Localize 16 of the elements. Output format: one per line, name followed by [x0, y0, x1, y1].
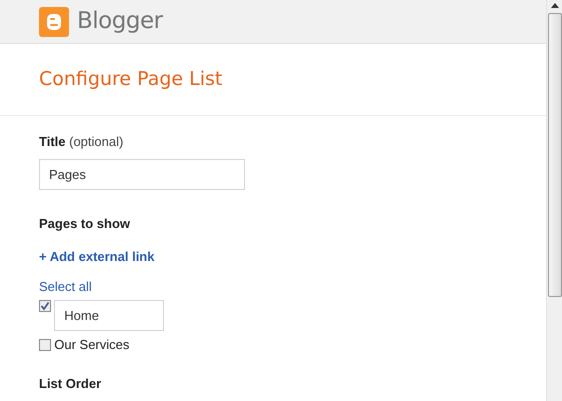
scrollbar[interactable] — [546, 0, 562, 401]
section-label: Pages to show — [39, 214, 132, 233]
page-label: Our Services — [54, 336, 130, 354]
title-input-field[interactable]: Pages — [39, 158, 245, 190]
section-label: List Order — [39, 376, 102, 390]
field-label: Title (optional) — [39, 133, 124, 151]
scroll-up-icon[interactable] — [551, 3, 559, 8]
logo-icon — [39, 6, 69, 36]
checkbox[interactable] — [39, 338, 51, 351]
add-external-link[interactable]: + Add external link — [39, 249, 154, 264]
scrollbar-thumb[interactable] — [548, 13, 562, 297]
logo-text: Blogger — [77, 7, 163, 36]
select-all-link[interactable]: Select all — [39, 278, 92, 294]
checkbox[interactable] — [39, 300, 51, 312]
page-heading: Configure Page List — [39, 67, 222, 92]
page-name-input-field[interactable]: Home — [54, 300, 164, 331]
